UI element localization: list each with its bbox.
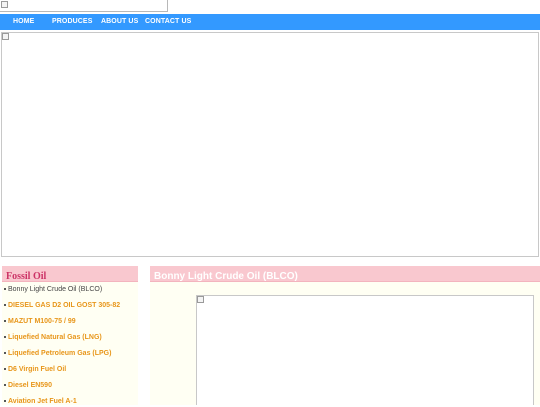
sidebar-item-label[interactable]: D6 Virgin Fuel Oil: [8, 366, 66, 373]
bullet-icon: [4, 368, 6, 371]
nav-home-link[interactable]: HOME: [13, 14, 34, 30]
bullet-icon: [4, 400, 6, 403]
sidebar-item-lng[interactable]: Liquefied Natural Gas (LNG): [4, 333, 102, 343]
bullet-icon: [4, 352, 6, 355]
sidebar-fossil-oil: Fossil Oil Bonny Light Crude Oil (BLCO) …: [2, 266, 138, 405]
broken-image-icon: [1, 1, 8, 8]
sidebar-item-label[interactable]: MAZUT M100-75 / 99: [8, 318, 76, 325]
sidebar-item-diesel-gas-d2[interactable]: DIESEL GAS D2 OIL GOST 305-82: [4, 301, 120, 311]
broken-image-icon: [2, 33, 9, 40]
sidebar-item-diesel-en590[interactable]: Diesel EN590: [4, 381, 52, 391]
sidebar-header: Fossil Oil: [2, 266, 138, 282]
bullet-icon: [4, 320, 6, 323]
sidebar-item-mazut[interactable]: MAZUT M100-75 / 99: [4, 317, 76, 327]
sidebar-title: Fossil Oil: [6, 271, 47, 282]
site-logo-image: [0, 0, 168, 12]
sidebar-item-d6-virgin-fuel-oil[interactable]: D6 Virgin Fuel Oil: [4, 365, 66, 375]
sidebar-item-aviation-jet-fuel[interactable]: Aviation Jet Fuel A-1: [4, 397, 77, 407]
product-title: Bonny Light Crude Oil (BLCO): [154, 271, 298, 282]
bullet-icon: [4, 336, 6, 339]
sidebar-item-label[interactable]: DIESEL GAS D2 OIL GOST 305-82: [8, 302, 120, 309]
bullet-icon: [4, 288, 6, 291]
product-image: [196, 295, 534, 405]
bullet-icon: [4, 384, 6, 387]
nav-contact-us-link[interactable]: CONTACT US: [145, 14, 191, 30]
sidebar-item-label[interactable]: Bonny Light Crude Oil (BLCO): [8, 286, 102, 293]
sidebar-item-blco[interactable]: Bonny Light Crude Oil (BLCO): [4, 285, 102, 295]
product-header: Bonny Light Crude Oil (BLCO): [150, 266, 540, 282]
sidebar-item-label[interactable]: Diesel EN590: [8, 382, 52, 389]
banner-image: [1, 32, 539, 257]
sidebar-item-label[interactable]: Liquefied Petroleum Gas (LPG): [8, 350, 111, 357]
nav-about-us-link[interactable]: ABOUT US: [101, 14, 138, 30]
product-detail-panel: Bonny Light Crude Oil (BLCO): [150, 266, 540, 405]
nav-produces-link[interactable]: PRODUCES: [52, 14, 92, 30]
sidebar-item-label[interactable]: Aviation Jet Fuel A-1: [8, 398, 77, 405]
bullet-icon: [4, 304, 6, 307]
sidebar-item-label[interactable]: Liquefied Natural Gas (LNG): [8, 334, 102, 341]
sidebar-item-lpg[interactable]: Liquefied Petroleum Gas (LPG): [4, 349, 111, 359]
main-nav-bar: HOME PRODUCES ABOUT US CONTACT US: [0, 14, 540, 30]
broken-image-icon: [197, 296, 204, 303]
